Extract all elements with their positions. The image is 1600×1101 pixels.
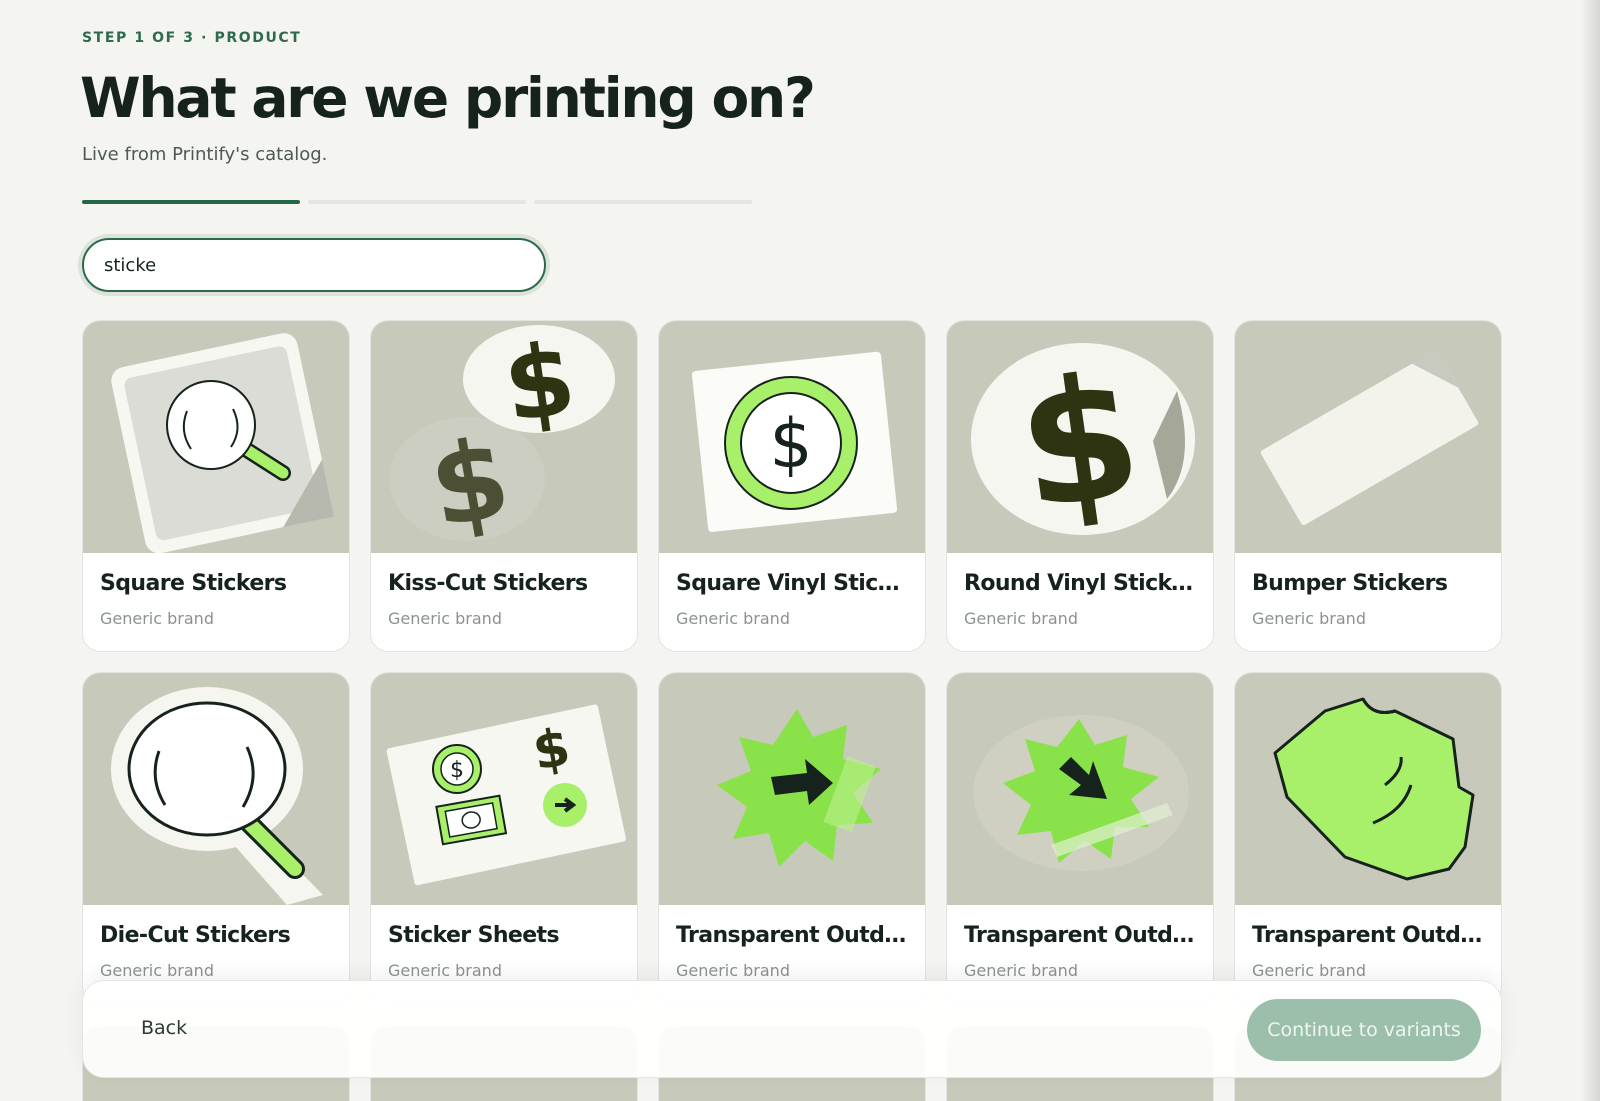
- product-card[interactable]: $ Round Vinyl Stickers Generic brand: [946, 320, 1214, 652]
- product-brand: Generic brand: [676, 961, 790, 980]
- progress-step-2: [308, 200, 526, 204]
- product-brand: Generic brand: [1252, 609, 1366, 628]
- product-grid: Square Stickers Generic brand $ $ Kiss-C…: [82, 320, 1502, 1004]
- page-title: What are we printing on?: [80, 66, 816, 130]
- product-card[interactable]: Transparent Outdo… Generic brand: [946, 672, 1214, 1004]
- product-name: Kiss-Cut Stickers: [388, 571, 588, 596]
- product-brand: Generic brand: [388, 609, 502, 628]
- back-button[interactable]: Back: [141, 1017, 187, 1039]
- dollar-coin-vinyl-sticker-icon: $: [659, 321, 925, 553]
- progress-step-3: [534, 200, 752, 204]
- dollar-kiss-cut-sticker-icon: $ $: [371, 321, 637, 553]
- product-brand: Generic brand: [676, 609, 790, 628]
- product-brand: Generic brand: [100, 609, 214, 628]
- product-name: Transparent Outdo…: [676, 923, 912, 948]
- product-name: Transparent Outdo…: [964, 923, 1200, 948]
- page-subtitle: Live from Printify's catalog.: [82, 144, 328, 165]
- step-progress: [82, 200, 752, 204]
- product-brand: Generic brand: [964, 609, 1078, 628]
- svg-text:$: $: [450, 758, 464, 783]
- product-name: Round Vinyl Stickers: [964, 571, 1200, 596]
- round-dollar-sticker-icon: $: [947, 321, 1213, 553]
- square-magnifier-sticker-icon: [83, 321, 349, 553]
- product-card[interactable]: Bumper Stickers Generic brand: [1234, 320, 1502, 652]
- product-name: Square Stickers: [100, 571, 287, 596]
- product-brand: Generic brand: [964, 961, 1078, 980]
- starburst-arrow-right-sticker-icon: [659, 673, 925, 905]
- side-panel-edge: [1580, 0, 1600, 1101]
- product-step-page: STEP 1 OF 3 · PRODUCT What are we printi…: [0, 0, 1580, 1101]
- sticker-sheet-icon: $ $: [371, 673, 637, 905]
- product-name: Square Vinyl Stickers: [676, 571, 912, 596]
- product-brand: Generic brand: [388, 961, 502, 980]
- product-card[interactable]: $ $ Kiss-Cut Stickers Generic brand: [370, 320, 638, 652]
- product-brand: Generic brand: [100, 961, 214, 980]
- tshirt-sticker-icon: [1235, 673, 1501, 905]
- product-card[interactable]: Die-Cut Stickers Generic brand: [82, 672, 350, 1004]
- product-card[interactable]: $ Square Vinyl Stickers Generic brand: [658, 320, 926, 652]
- product-name: Die-Cut Stickers: [100, 923, 291, 948]
- continue-to-variants-button[interactable]: Continue to variants: [1247, 999, 1481, 1061]
- product-search-input[interactable]: [82, 238, 546, 292]
- product-name: Transparent Outdo…: [1252, 923, 1488, 948]
- product-brand: Generic brand: [1252, 961, 1366, 980]
- product-card[interactable]: Transparent Outdo… Generic brand: [658, 672, 926, 1004]
- step-footer-bar: Back Continue to variants: [82, 980, 1502, 1078]
- product-name: Sticker Sheets: [388, 923, 560, 948]
- progress-step-1: [82, 200, 300, 204]
- product-card[interactable]: Square Stickers Generic brand: [82, 320, 350, 652]
- starburst-arrow-down-sticker-icon: [947, 673, 1213, 905]
- product-card[interactable]: $ $ Sticker Sheets Generic brand: [370, 672, 638, 1004]
- step-eyebrow: STEP 1 OF 3 · PRODUCT: [82, 30, 302, 46]
- svg-text:$: $: [769, 405, 812, 484]
- product-card[interactable]: Transparent Outdo… Generic brand: [1234, 672, 1502, 1004]
- magnifier-die-cut-sticker-icon: [83, 673, 349, 905]
- product-name: Bumper Stickers: [1252, 571, 1448, 596]
- blank-bumper-sticker-icon: [1235, 321, 1501, 553]
